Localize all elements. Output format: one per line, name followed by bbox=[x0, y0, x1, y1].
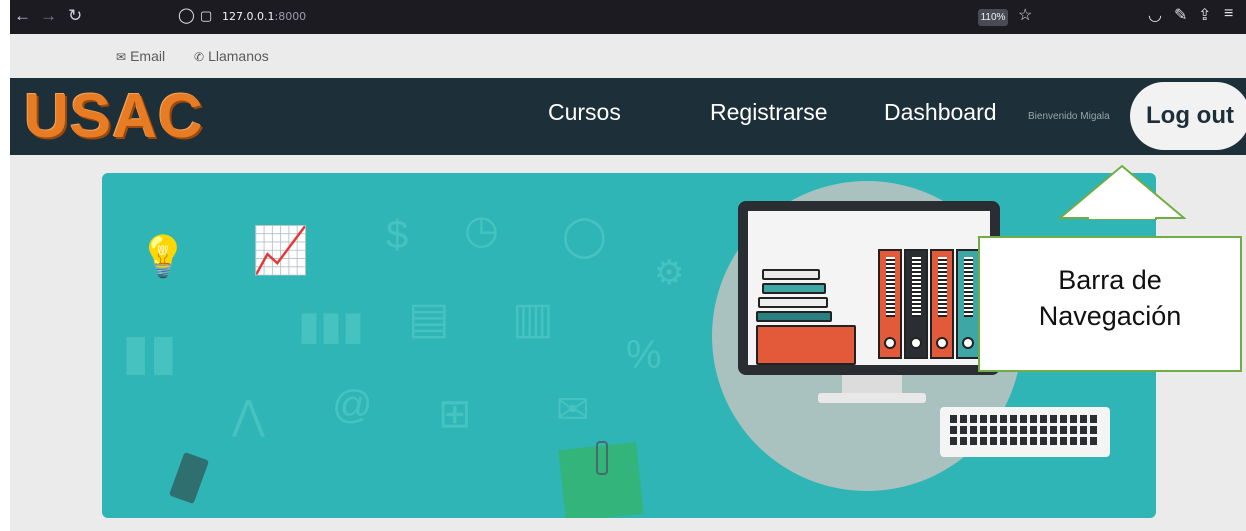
binder-illustration bbox=[956, 249, 980, 359]
browser-toolbar: ← → ↻ ◯ ▢ 127.0.0.1:8000 110% ☆ ◡ ✎ ⇪ ≡ bbox=[10, 0, 1246, 34]
document-icon: ▤ bbox=[408, 294, 450, 343]
browser-window: ← → ↻ ◯ ▢ 127.0.0.1:8000 110% ☆ ◡ ✎ ⇪ ≡ … bbox=[10, 0, 1246, 531]
page-icon: ▢ bbox=[200, 8, 213, 23]
clock-icon: ◷ bbox=[464, 208, 499, 252]
envelope-doodle-icon: ✉ bbox=[556, 388, 590, 432]
url-port: :8000 bbox=[274, 10, 307, 23]
compass-icon: ⋀ bbox=[232, 394, 265, 438]
eraser-illustration bbox=[168, 451, 210, 505]
nav-link-cursos[interactable]: Cursos bbox=[548, 99, 621, 126]
annotation-line-2: Navegación bbox=[1038, 301, 1182, 331]
menu-icon[interactable]: ≡ bbox=[1224, 5, 1233, 23]
forward-icon[interactable]: → bbox=[40, 4, 57, 28]
org-chart-icon: ⊞ bbox=[438, 392, 472, 436]
contact-bar: ✉ Email ✆ Llamanos bbox=[10, 34, 1246, 78]
annotation-line-1: Barra de bbox=[1058, 265, 1162, 295]
monitor-screen bbox=[748, 211, 990, 365]
monitor-illustration bbox=[738, 201, 1000, 375]
site-logo[interactable]: USAC bbox=[24, 78, 204, 155]
bookmark-star-icon[interactable]: ☆ bbox=[1018, 5, 1032, 25]
nav-link-registrarse[interactable]: Registrarse bbox=[710, 99, 828, 126]
share-icon[interactable]: ⇪ bbox=[1198, 5, 1211, 25]
pocket-icon[interactable]: ◡ bbox=[1148, 5, 1162, 25]
keyboard-illustration bbox=[940, 407, 1110, 457]
reload-icon[interactable]: ↻ bbox=[68, 4, 82, 28]
email-label: Email bbox=[130, 48, 166, 64]
phone-icon: ✆ bbox=[194, 50, 205, 64]
annotation-arrow bbox=[1058, 164, 1186, 220]
zoom-badge[interactable]: 110% bbox=[978, 9, 1008, 26]
line-chart-icon: 📈 bbox=[252, 224, 310, 276]
logout-button[interactable]: Log out bbox=[1130, 82, 1246, 150]
url-bar[interactable]: 127.0.0.1:8000 bbox=[222, 10, 306, 23]
book-illustration bbox=[762, 269, 820, 280]
dollar-icon: $ bbox=[386, 213, 409, 257]
binder-illustration bbox=[904, 249, 928, 359]
columns-icon: ▥ bbox=[512, 294, 554, 343]
call-link[interactable]: ✆ Llamanos bbox=[194, 48, 269, 64]
binder-illustration bbox=[878, 249, 902, 359]
percent-icon: % bbox=[626, 333, 662, 377]
call-label: Llamanos bbox=[208, 48, 269, 64]
binder-illustration bbox=[930, 249, 954, 359]
book-illustration bbox=[758, 297, 828, 308]
book-illustration bbox=[756, 311, 832, 322]
wrench-icon[interactable]: ✎ bbox=[1174, 5, 1187, 25]
book-illustration bbox=[762, 283, 826, 294]
monitor-stand bbox=[842, 375, 902, 395]
book-illustration bbox=[756, 325, 856, 365]
annotation-callout: Barra de Navegación bbox=[978, 236, 1242, 372]
lightbulb-icon: 💡 bbox=[138, 235, 188, 279]
envelope-icon: ✉ bbox=[116, 50, 127, 64]
gear-icon: ⚙ bbox=[654, 254, 685, 292]
main-navbar: USAC Cursos Registrarse Dashboard Bienve… bbox=[10, 78, 1246, 155]
welcome-text: Bienvenido Migala bbox=[1028, 111, 1110, 122]
monitor-base bbox=[818, 393, 926, 403]
back-icon[interactable]: ← bbox=[14, 4, 31, 28]
email-link[interactable]: ✉ Email bbox=[116, 48, 165, 64]
shield-icon[interactable]: ◯ bbox=[178, 6, 195, 26]
at-icon: @ bbox=[332, 383, 373, 427]
paperclip-illustration bbox=[596, 441, 608, 475]
bars-icon: ▮▮▮ bbox=[298, 304, 365, 348]
url-host: 127.0.0.1 bbox=[222, 10, 275, 23]
chat-icon: ◯ bbox=[562, 214, 607, 258]
bar-chart-icon: ▮▮ bbox=[122, 324, 178, 380]
nav-link-dashboard[interactable]: Dashboard bbox=[884, 99, 997, 126]
